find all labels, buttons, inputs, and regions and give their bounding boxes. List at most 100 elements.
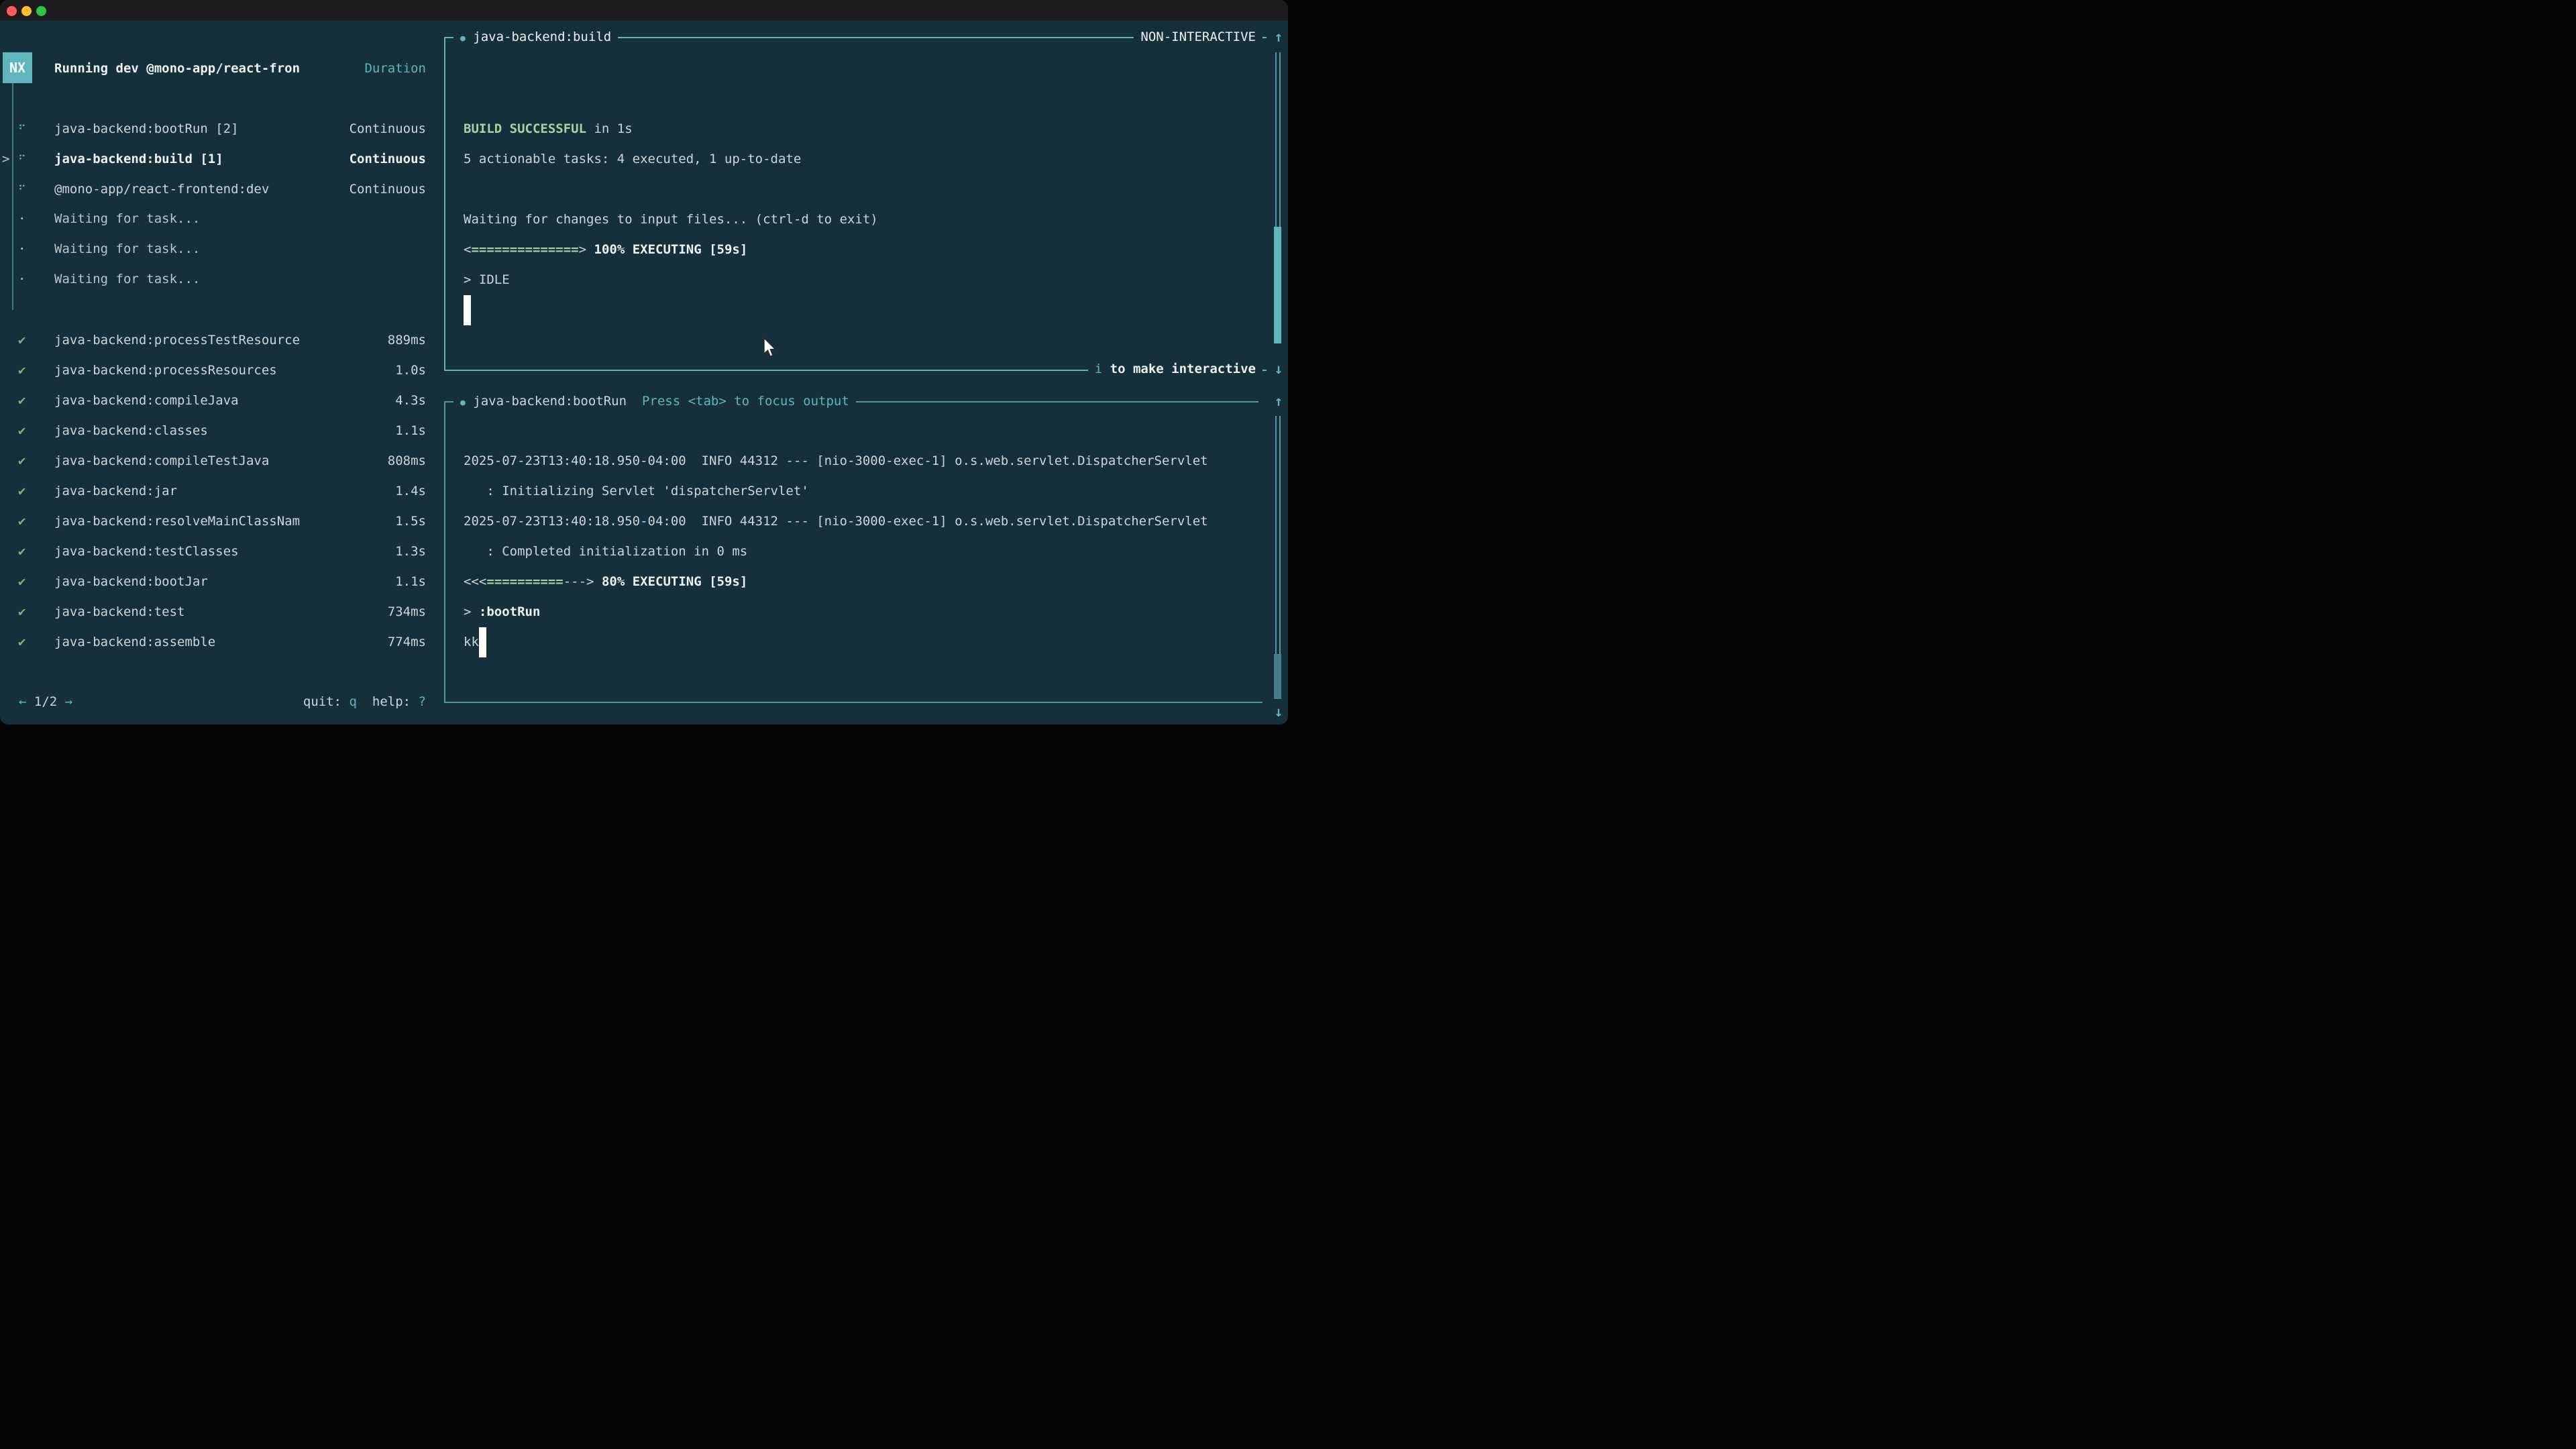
help-key[interactable]: ? — [419, 694, 426, 709]
task-duration: 889ms — [388, 325, 426, 356]
task-row-waiting[interactable]: · Waiting for task... — [0, 204, 439, 234]
check-icon: ✔ — [18, 416, 25, 446]
task-row-completed[interactable]: ✔ java-backend:compileTestJava 808ms — [0, 446, 439, 476]
task-duration: 1.0s — [395, 356, 426, 386]
bootrun-panel-header[interactable]: ● java-backend:bootRun Press <tab> to fo… — [453, 386, 856, 417]
task-duration: 1.3s — [395, 537, 426, 567]
pager-next-icon[interactable]: → — [65, 694, 72, 709]
bootrun-panel-left-border — [444, 401, 445, 702]
task-duration: Continuous — [350, 114, 426, 144]
task-list-footer: ← 1/2 → quit: q help: ? — [0, 687, 439, 717]
scroll-up-icon[interactable]: ↑ — [1269, 386, 1288, 417]
task-name: java-backend:jar — [54, 476, 177, 506]
terminal-window: NX Running dev @mono-app/react-fron Dura… — [0, 0, 1288, 724]
pager: ← 1/2 → — [19, 687, 72, 717]
task-name: java-backend:bootJar — [54, 567, 208, 597]
pending-dot-icon: · — [18, 264, 25, 294]
task-name: Waiting for task... — [54, 234, 200, 264]
task-row-completed[interactable]: ✔ java-backend:processResources 1.0s — [0, 356, 439, 386]
check-icon: ✔ — [18, 386, 25, 416]
build-panel-mode-badge: NON-INTERACTIVE — [1134, 22, 1263, 52]
build-panel-header[interactable]: ● java-backend:build — [453, 22, 618, 52]
task-status-dot-icon: ● — [460, 398, 466, 408]
task-row-completed[interactable]: ✔ java-backend:resolveMainClassNam 1.5s — [0, 506, 439, 537]
build-idle-line: > IDLE — [464, 265, 510, 295]
bootrun-progress-bar: <<<==========---> 80% EXECUTING [59s] — [464, 567, 747, 597]
task-row-completed[interactable]: ✔ java-backend:bootJar 1.1s — [0, 567, 439, 597]
check-icon: ✔ — [18, 446, 25, 476]
task-name: java-backend:processTestResource — [54, 325, 300, 356]
log-line: : Initializing Servlet 'dispatcherServle… — [464, 476, 809, 506]
task-row-selected[interactable]: > ⠋ java-backend:build [1] Continuous — [0, 144, 439, 174]
pending-dot-icon: · — [18, 204, 25, 234]
log-line: : Completed initialization in 0 ms — [464, 537, 747, 567]
task-row-completed[interactable]: ✔ java-backend:processTestResource 889ms — [0, 325, 439, 356]
bootrun-panel-scrollbar-thumb[interactable] — [1274, 654, 1281, 699]
task-name: java-backend:compileJava — [54, 386, 239, 416]
build-panel-scrollbar-thumb[interactable] — [1274, 227, 1281, 343]
check-icon: ✔ — [18, 597, 25, 627]
task-duration: Continuous — [350, 144, 426, 174]
scroll-down-icon[interactable]: ↓ — [1269, 354, 1288, 384]
task-name: @mono-app/react-frontend:dev — [54, 174, 269, 205]
help-hint-label: help: — [372, 694, 411, 709]
task-status-dot-icon: ● — [460, 34, 466, 44]
bootrun-panel-title: java-backend:bootRun — [473, 394, 627, 409]
build-waiting-line: Waiting for changes to input files... (c… — [464, 205, 878, 235]
task-row-completed[interactable]: ✔ java-backend:compileJava 4.3s — [0, 386, 439, 416]
task-row-completed[interactable]: ✔ java-backend:jar 1.4s — [0, 476, 439, 506]
pager-page-indicator: 1/2 — [34, 694, 57, 709]
check-icon: ✔ — [18, 567, 25, 597]
task-duration: 774ms — [388, 627, 426, 657]
scroll-up-icon[interactable]: ↑ — [1269, 22, 1288, 52]
log-line: 2025-07-23T13:40:18.950-04:00 INFO 44312… — [464, 446, 1208, 476]
build-panel-title: java-backend:build — [473, 30, 611, 44]
task-name: Waiting for task... — [54, 204, 200, 234]
task-row-waiting[interactable]: · Waiting for task... — [0, 264, 439, 294]
keyboard-hints: quit: q help: ? — [303, 687, 426, 717]
bootrun-panel-scrollbar-track[interactable] — [1275, 416, 1281, 654]
task-duration: 1.5s — [395, 506, 426, 537]
terminal-input-line[interactable]: kk — [464, 627, 479, 657]
check-icon: ✔ — [18, 356, 25, 386]
maximize-button[interactable] — [36, 6, 46, 16]
pager-prev-icon[interactable]: ← — [19, 694, 26, 709]
terminal-cursor — [464, 295, 471, 325]
task-name: java-backend:compileTestJava — [54, 446, 269, 476]
task-row[interactable]: ⠋ java-backend:bootRun [2] Continuous — [0, 114, 439, 144]
task-name: java-backend:testClasses — [54, 537, 239, 567]
task-row-completed[interactable]: ✔ java-backend:test 734ms — [0, 597, 439, 627]
interactive-hint-text: to make interactive — [1102, 362, 1256, 376]
task-duration: 734ms — [388, 597, 426, 627]
scroll-down-icon[interactable]: ↓ — [1269, 697, 1288, 724]
log-line: 2025-07-23T13:40:18.950-04:00 INFO 44312… — [464, 506, 1208, 537]
task-name: java-backend:resolveMainClassNam — [54, 506, 300, 537]
progress-label: 80% EXECUTING [59s] — [602, 574, 747, 589]
task-duration: 4.3s — [395, 386, 426, 416]
task-row-completed[interactable]: ✔ java-backend:testClasses 1.3s — [0, 537, 439, 567]
check-icon: ✔ — [18, 506, 25, 537]
build-status: BUILD SUCCESSFUL — [464, 121, 586, 136]
spinner-icon: ⠋ — [18, 144, 26, 174]
task-name: java-backend:processResources — [54, 356, 277, 386]
task-name: Waiting for task... — [54, 264, 200, 294]
build-summary-line: 5 actionable tasks: 4 executed, 1 up-to-… — [464, 144, 801, 174]
gradle-task-prompt: > :bootRun — [464, 597, 540, 627]
build-panel-scrollbar-track[interactable] — [1275, 52, 1281, 227]
task-duration: 808ms — [388, 446, 426, 476]
task-row-completed[interactable]: ✔ java-backend:classes 1.1s — [0, 416, 439, 446]
quit-key[interactable]: q — [350, 694, 357, 709]
task-name: java-backend:assemble — [54, 627, 215, 657]
close-button[interactable] — [7, 6, 17, 16]
task-name: java-backend:build [1] — [54, 144, 223, 174]
interactive-hint-key[interactable]: i — [1095, 362, 1102, 376]
task-row-completed[interactable]: ✔ java-backend:assemble 774ms — [0, 627, 439, 657]
progress-label: 100% EXECUTING [59s] — [594, 242, 748, 257]
check-icon: ✔ — [18, 325, 25, 356]
task-name: java-backend:bootRun [2] — [54, 114, 239, 144]
pending-dot-icon: · — [18, 234, 25, 264]
task-row-waiting[interactable]: · Waiting for task... — [0, 234, 439, 264]
task-row[interactable]: ⠋ @mono-app/react-frontend:dev Continuou… — [0, 174, 439, 205]
check-icon: ✔ — [18, 627, 25, 657]
minimize-button[interactable] — [21, 6, 32, 16]
